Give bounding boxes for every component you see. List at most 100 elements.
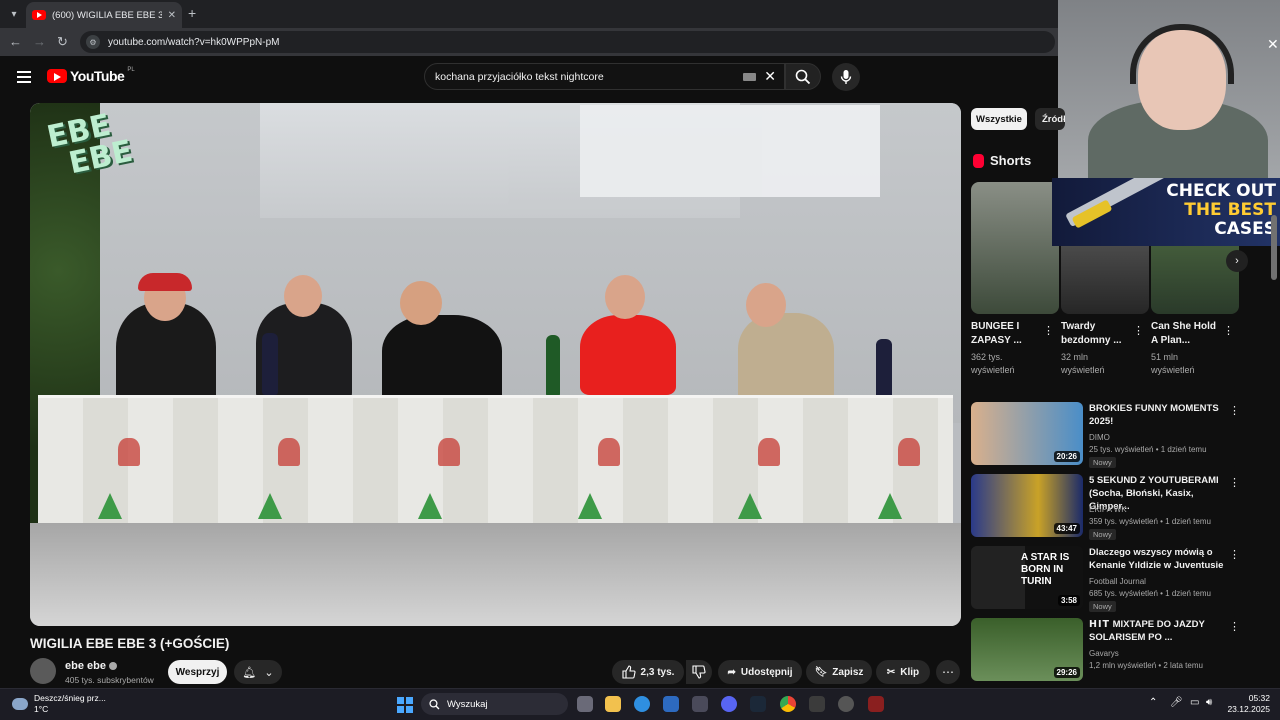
app-icon[interactable]	[838, 696, 854, 712]
more-actions-icon[interactable]: ⋯	[936, 660, 960, 684]
country-code: PL	[127, 67, 135, 73]
support-button[interactable]: Wesprzyj	[168, 660, 227, 684]
notifications-button[interactable]: 🔔︎ ⌄	[234, 660, 282, 684]
more-icon[interactable]: ⋮	[1229, 548, 1240, 561]
rec-channel[interactable]: Football Journal	[1089, 576, 1146, 587]
app-icon[interactable]	[868, 696, 884, 712]
store-icon[interactable]	[692, 696, 708, 712]
rec-channel[interactable]: DIMO	[1089, 432, 1110, 443]
more-icon[interactable]: ⋮	[1223, 324, 1234, 337]
rec-title[interactable]: HIT MIXTAPE DO JAZDY SOLARISEM PO ...	[1089, 618, 1227, 644]
dislike-button[interactable]	[686, 660, 712, 684]
weather-text: Deszcz/śnieg prz...	[34, 693, 106, 703]
projected-screen	[260, 103, 880, 218]
video-thumbnail[interactable]: 29:26	[971, 618, 1083, 681]
chevron-right-icon[interactable]: ›	[1226, 250, 1248, 272]
more-icon[interactable]: ⋮	[1133, 324, 1144, 337]
scissors-icon: ✂	[886, 666, 896, 678]
weather-temp: 1°C	[34, 704, 49, 714]
voice-search-button[interactable]	[832, 63, 860, 91]
app-icon[interactable]	[809, 696, 825, 712]
rec-channel[interactable]: Gavarys	[1089, 648, 1119, 659]
tab-search-icon[interactable]: ▾	[4, 4, 24, 24]
tab-close-icon[interactable]: ✕	[168, 10, 176, 21]
like-count: 2,3 tys.	[640, 666, 675, 678]
share-icon: ➦	[727, 666, 736, 678]
list-item[interactable]: A STAR IS BORN IN TURIN 3:58 Dlaczego ws…	[971, 546, 1241, 612]
more-icon[interactable]: ⋮	[1043, 324, 1054, 337]
volume-icon[interactable]: 🔊︎	[1206, 697, 1212, 708]
rec-title[interactable]: BROKIES FUNNY MOMENTS 2025!	[1089, 402, 1227, 428]
weather-widget[interactable]: Deszcz/śnieg prz... 1°C	[12, 693, 106, 715]
search-input[interactable]: kochana przyjaciółko tekst nightcore ✕	[424, 63, 785, 90]
save-button[interactable]: 🔖︎ Zapisz	[806, 660, 872, 684]
video-thumbnail[interactable]: 20:26	[971, 402, 1083, 465]
scrollbar[interactable]	[1271, 215, 1277, 280]
chevron-up-icon[interactable]: ⌃	[1149, 697, 1157, 708]
chip-all[interactable]: Wszystkie	[971, 108, 1027, 130]
back-icon[interactable]: ←	[9, 34, 22, 49]
duration-badge: 20:26	[1053, 451, 1080, 462]
video-player[interactable]: EBE EBE	[30, 103, 961, 626]
chrome-icon[interactable]	[780, 696, 796, 712]
short-title[interactable]: BUNGEE I ZAPASY ...	[971, 320, 1041, 348]
channel-avatar[interactable]	[30, 658, 56, 684]
short-title[interactable]: Can She Hold A Plan...	[1151, 320, 1221, 348]
thumbs-up-icon	[621, 665, 636, 679]
more-icon[interactable]: ⋮	[1229, 620, 1240, 633]
clip-button[interactable]: ✂ Klip	[876, 660, 930, 684]
short-views: 362 tys. wyświetleń	[971, 352, 1015, 375]
browser-tab-active[interactable]: (600) WIGILIA EBE EBE 3 (+GOŚCIE) ✕	[26, 2, 182, 28]
youtube-logo[interactable]: YouTube PL	[47, 67, 135, 84]
share-button[interactable]: ➦ Udostępnij	[718, 660, 802, 684]
channel-name[interactable]: ebe ebe	[65, 660, 117, 672]
list-item[interactable]: 43:47 5 SEKUND Z YOUTUBERAMI (Socha, Bło…	[971, 474, 1241, 540]
ad-banner[interactable]: CHECK OUT THE BEST CASES	[1052, 178, 1280, 246]
task-view-icon[interactable]	[577, 696, 593, 712]
clock[interactable]: 05:32 23.12.2025	[1220, 693, 1270, 715]
network-icon[interactable]: ▭	[1190, 697, 1199, 708]
thumbnail-text: A STAR IS BORN IN TURIN	[1021, 552, 1070, 587]
youtube-favicon-icon	[32, 10, 46, 20]
taskbar-search[interactable]: Wyszukaj	[421, 693, 568, 715]
duration-badge: 43:47	[1053, 523, 1080, 534]
video-thumbnail[interactable]: 43:47	[971, 474, 1083, 537]
short-views: 51 mln wyświetleń	[1151, 352, 1195, 375]
keyboard-icon[interactable]	[743, 72, 757, 81]
new-badge: Nowy	[1089, 457, 1116, 468]
clear-search-icon[interactable]: ✕	[764, 68, 776, 85]
url-text: youtube.com/watch?v=hk0WPPpN-pM	[108, 36, 280, 48]
edge-icon[interactable]	[634, 696, 650, 712]
like-button[interactable]: 2,3 tys.	[612, 660, 684, 684]
reload-icon[interactable]: ↻	[57, 34, 68, 50]
more-icon[interactable]: ⋮	[1229, 404, 1240, 417]
microphone-icon[interactable]: 🎤︎	[1170, 697, 1183, 708]
save-label: Zapisz	[832, 666, 864, 678]
menu-icon[interactable]	[17, 71, 31, 83]
rec-channel[interactable]: EKIPA WK	[1089, 504, 1127, 515]
forward-icon[interactable]: →	[33, 34, 46, 49]
steam-icon[interactable]	[750, 696, 766, 712]
table-cloth	[38, 395, 953, 527]
video-thumbnail[interactable]: A STAR IS BORN IN TURIN 3:58	[971, 546, 1083, 609]
list-item[interactable]: 29:26 HIT MIXTAPE DO JAZDY SOLARISEM PO …	[971, 618, 1241, 682]
cloud-rain-icon	[12, 698, 28, 710]
new-tab-icon[interactable]: +	[188, 5, 196, 21]
search-button[interactable]	[785, 63, 821, 90]
short-title[interactable]: Twardy bezdomny ...	[1061, 320, 1131, 348]
list-item[interactable]: 20:26 BROKIES FUNNY MOMENTS 2025! DIMO 2…	[971, 402, 1241, 468]
rec-title[interactable]: Dlaczego wszyscy mówią o Kenanie Yıldizi…	[1089, 546, 1227, 572]
more-icon[interactable]: ⋮	[1229, 476, 1240, 489]
site-info-icon[interactable]: ⚙	[86, 35, 100, 49]
chevron-down-icon: ⌄	[264, 666, 274, 679]
person	[738, 313, 834, 403]
outlook-icon[interactable]	[663, 696, 679, 712]
search-query: kochana przyjaciółko tekst nightcore	[435, 70, 604, 83]
start-icon[interactable]	[397, 697, 413, 713]
discord-icon[interactable]	[721, 696, 737, 712]
short-thumbnail[interactable]	[971, 182, 1059, 314]
chip-source[interactable]: Źródło	[1035, 108, 1065, 130]
file-explorer-icon[interactable]	[605, 696, 621, 712]
address-bar[interactable]: ⚙ youtube.com/watch?v=hk0WPPpN-pM	[80, 31, 1055, 53]
microphone-icon	[840, 70, 852, 84]
